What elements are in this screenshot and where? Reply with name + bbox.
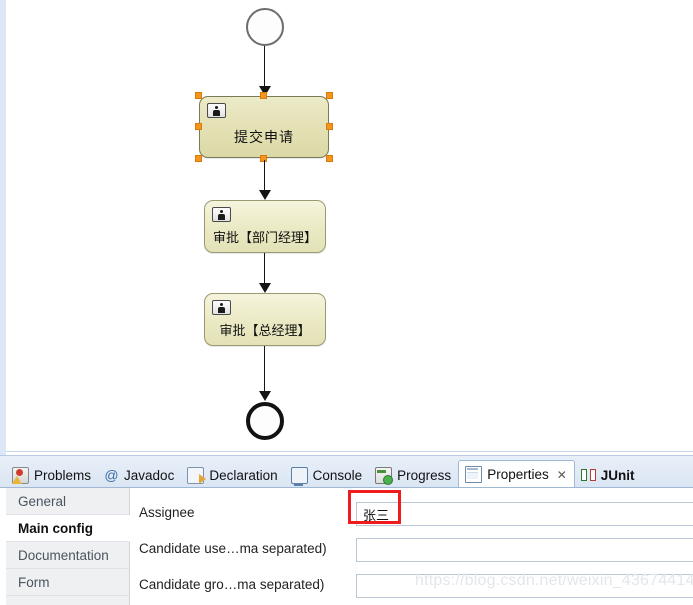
user-task-icon	[212, 207, 231, 222]
candidate-users-input[interactable]	[356, 538, 693, 562]
field-row-candidate-groups: Candidate gro…ma separated)	[131, 574, 693, 602]
tab-properties[interactable]: Properties ✕	[458, 460, 575, 488]
view-tab-bar: Problems @ Javadoc Declaration Console P…	[0, 455, 693, 488]
field-row-assignee: Assignee	[131, 502, 693, 530]
user-task-icon	[207, 103, 226, 118]
problems-icon	[12, 466, 29, 484]
assignee-input[interactable]	[356, 502, 693, 526]
selection-handle-sw[interactable]	[195, 155, 202, 162]
selection-handle-n[interactable]	[260, 92, 267, 99]
candidate-groups-label: Candidate gro…ma separated)	[139, 577, 325, 592]
junit-icon	[580, 468, 596, 483]
tab-label: Progress	[397, 467, 452, 483]
properties-fields: Assignee Candidate use…ma separated) Can…	[131, 488, 693, 605]
bpmn-editor-canvas[interactable]: 提交申请 审批【部门经理】 审批【总经理】	[0, 0, 693, 455]
tab-label: Properties	[487, 467, 549, 482]
tab-label: Console	[312, 467, 363, 483]
selection-handle-w[interactable]	[195, 123, 202, 130]
task-node-dept-manager-approval[interactable]: 审批【部门经理】	[204, 200, 326, 253]
tab-problems[interactable]: Problems	[6, 462, 98, 488]
user-task-icon	[212, 300, 231, 315]
task-node-label: 提交申请	[234, 130, 294, 146]
task-node-label: 审批【部门经理】	[212, 231, 317, 246]
arrowhead-task2-to-task3	[259, 283, 271, 293]
prop-tab-form[interactable]: Form	[6, 569, 129, 596]
tab-progress[interactable]: Progress	[369, 462, 458, 488]
tab-label: JUnit	[600, 467, 635, 483]
tab-label: Javadoc	[124, 467, 175, 483]
properties-sidebar: General Main config Documentation Form	[6, 488, 130, 605]
connector-task3-to-end[interactable]	[264, 346, 265, 392]
declaration-icon	[187, 466, 207, 484]
tab-console[interactable]: Console	[285, 462, 370, 488]
tab-label: Declaration	[209, 467, 278, 483]
selection-handle-se[interactable]	[326, 155, 333, 162]
prop-tab-documentation[interactable]: Documentation	[6, 542, 129, 569]
task-node-submit-request[interactable]: 提交申请	[199, 96, 329, 158]
selection-handle-nw[interactable]	[195, 92, 202, 99]
progress-icon	[375, 466, 394, 485]
start-event[interactable]	[246, 8, 284, 46]
tab-declaration[interactable]: Declaration	[181, 462, 284, 488]
field-row-candidate-users: Candidate use…ma separated)	[131, 538, 693, 566]
arrowhead-task1-to-task2	[259, 190, 271, 200]
assignee-label: Assignee	[139, 505, 195, 520]
selection-handle-e[interactable]	[326, 123, 333, 130]
properties-panel: General Main config Documentation Form A…	[0, 487, 693, 605]
connector-start-to-task1[interactable]	[264, 46, 265, 88]
arrowhead-task3-to-end	[259, 391, 271, 401]
close-icon[interactable]: ✕	[557, 468, 567, 482]
tab-javadoc[interactable]: @ Javadoc	[98, 462, 181, 488]
prop-tab-main-config[interactable]: Main config	[6, 515, 130, 542]
canvas-border	[6, 0, 693, 452]
tab-label: Problems	[34, 467, 92, 483]
properties-icon	[465, 466, 483, 483]
connector-task2-to-task3[interactable]	[264, 253, 265, 284]
candidate-users-label: Candidate use…ma separated)	[139, 541, 327, 556]
connector-task1-to-task2[interactable]	[264, 160, 265, 192]
tab-junit[interactable]: JUnit	[575, 462, 642, 488]
selection-handle-ne[interactable]	[326, 92, 333, 99]
javadoc-at-icon: @	[104, 466, 119, 483]
console-icon	[290, 466, 308, 486]
end-event[interactable]	[246, 402, 284, 440]
candidate-groups-input[interactable]	[356, 574, 693, 598]
prop-tab-general[interactable]: General	[6, 488, 129, 515]
task-node-general-manager-approval[interactable]: 审批【总经理】	[204, 293, 326, 346]
task-node-label: 审批【总经理】	[219, 324, 311, 339]
